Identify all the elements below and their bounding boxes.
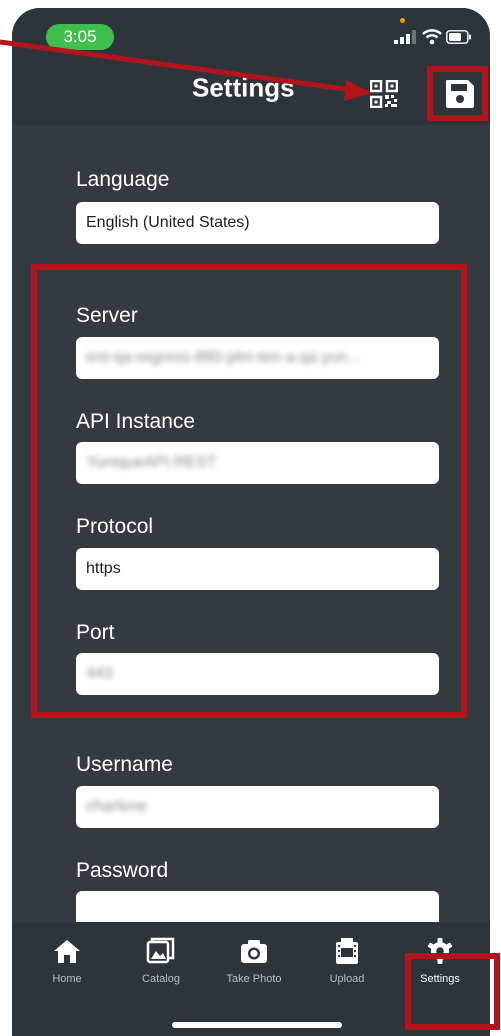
nav-upload-label: Upload xyxy=(329,973,365,985)
username-value: charlene xyxy=(86,798,148,815)
language-select[interactable]: English (United States) xyxy=(76,202,439,244)
nav-home[interactable]: Home xyxy=(22,936,112,996)
nav-take-photo[interactable]: Take Photo xyxy=(209,936,299,996)
camera-icon xyxy=(241,940,267,963)
save-highlight-box xyxy=(427,66,488,121)
qr-code-icon[interactable] xyxy=(370,80,398,108)
nav-catalog-label: Catalog xyxy=(142,973,180,985)
nav-upload[interactable]: Upload xyxy=(302,936,392,996)
username-label: Username xyxy=(76,753,173,776)
mic-indicator xyxy=(400,18,405,23)
language-label: Language xyxy=(76,168,170,191)
wifi-icon xyxy=(422,29,442,45)
settings-tab-highlight-box xyxy=(405,953,500,1030)
home-indicator xyxy=(172,1022,342,1028)
signal-icon xyxy=(394,30,416,44)
page-title: Settings xyxy=(192,72,295,103)
password-label: Password xyxy=(76,859,169,882)
username-input[interactable]: charlene xyxy=(76,786,439,828)
image-icon xyxy=(146,937,175,964)
film-icon xyxy=(336,938,358,964)
home-icon xyxy=(54,940,80,963)
nav-home-label: Home xyxy=(52,973,82,985)
app-header: Settings xyxy=(12,58,490,125)
nav-take-photo-label: Take Photo xyxy=(226,973,282,985)
battery-icon xyxy=(446,30,471,44)
status-bar: 3:05 xyxy=(12,8,490,58)
nav-catalog[interactable]: Catalog xyxy=(116,936,206,996)
password-input[interactable] xyxy=(76,891,439,922)
connection-fields-highlight-box xyxy=(31,264,467,718)
status-time: 3:05 xyxy=(46,24,114,50)
